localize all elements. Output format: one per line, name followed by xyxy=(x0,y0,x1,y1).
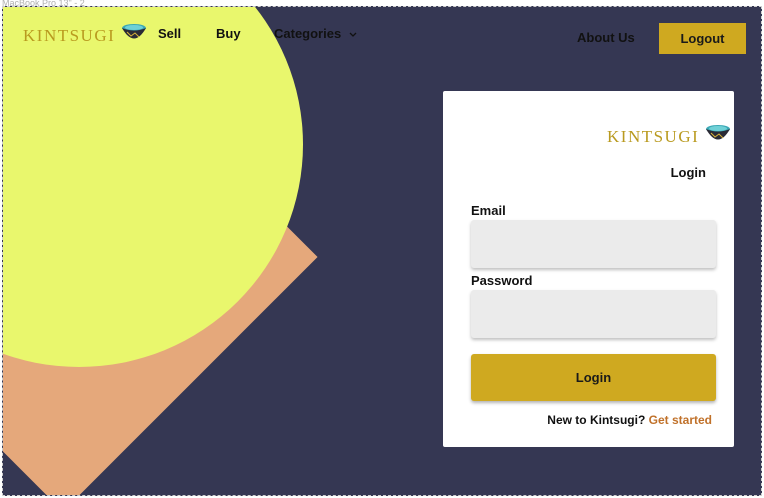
nav-about-us[interactable]: About Us xyxy=(577,30,635,45)
brand-logo[interactable]: KINTSUGI xyxy=(23,23,147,48)
brand-name: KINTSUGI xyxy=(23,25,116,45)
get-started-link[interactable]: Get started xyxy=(649,413,712,427)
card-brand-logo: KINTSUGI xyxy=(607,124,731,149)
login-button[interactable]: Login xyxy=(471,354,716,401)
top-nav: KINTSUGI Sell Buy Categories About Us Lo… xyxy=(3,7,761,67)
bowl-icon xyxy=(121,23,147,48)
password-label: Password xyxy=(471,273,533,288)
nav-categories[interactable]: Categories xyxy=(274,26,357,41)
nav-categories-label: Categories xyxy=(274,26,342,41)
signup-text: New to Kintsugi? xyxy=(547,413,646,427)
email-field[interactable] xyxy=(471,220,716,268)
password-field[interactable] xyxy=(471,290,716,338)
email-label: Email xyxy=(471,203,506,218)
card-brand-name: KINTSUGI xyxy=(607,126,700,146)
nav-buy[interactable]: Buy xyxy=(216,26,241,41)
page-canvas: KINTSUGI Sell Buy Categories About Us Lo… xyxy=(2,6,762,496)
signup-prompt: New to Kintsugi? Get started xyxy=(547,413,712,427)
login-title: Login xyxy=(670,165,706,180)
bowl-icon xyxy=(705,124,731,149)
chevron-down-icon xyxy=(349,30,357,40)
login-card: KINTSUGI Login Email Password Login New … xyxy=(443,91,734,447)
nav-sell[interactable]: Sell xyxy=(158,26,181,41)
logout-button[interactable]: Logout xyxy=(659,23,746,54)
